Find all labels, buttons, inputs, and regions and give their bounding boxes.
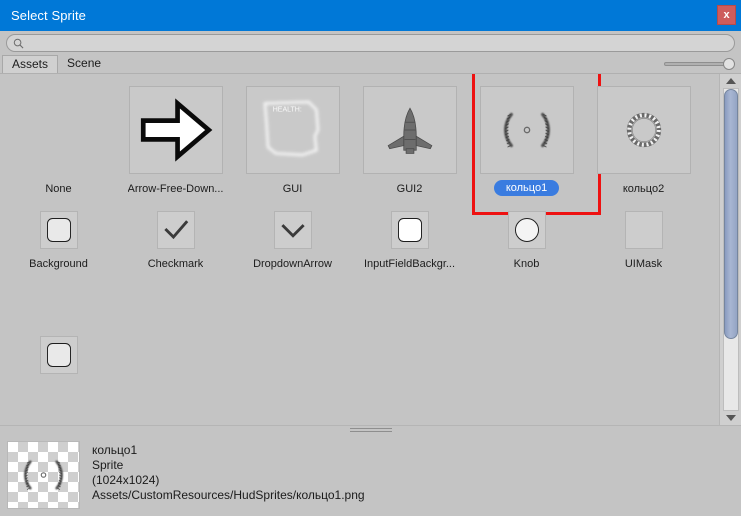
sprite-item-label: кольцо2 xyxy=(622,183,665,195)
sprite-art xyxy=(503,112,550,148)
sprite-item-inputfieldbackgr[interactable]: InputFieldBackgr... xyxy=(351,205,468,330)
sprite-grid-row: None Arrow-Free-Down... HEALTH: GUI GUI2 коль… xyxy=(0,74,719,215)
sprite-item-label: Arrow-Free-Down... xyxy=(127,183,224,195)
sprite-art xyxy=(46,343,71,367)
tab-scene[interactable]: Scene xyxy=(58,55,110,73)
sprite-item-gui[interactable]: HEALTH: GUI xyxy=(234,80,351,205)
detail-info: кольцо1 Sprite (1024x1024) Assets/Custom… xyxy=(92,441,365,516)
sprite-item-label: UIMask xyxy=(624,258,663,270)
sprite-item-none[interactable]: None xyxy=(0,80,117,205)
zoom-slider-knob[interactable] xyxy=(723,58,735,70)
splitter-grip-icon xyxy=(349,426,392,434)
sprite-art xyxy=(163,220,188,240)
sprite-item-arrow-free-down[interactable]: Arrow-Free-Down... xyxy=(117,80,234,205)
sprite-grid: None Arrow-Free-Down... HEALTH: GUI GUI2 коль… xyxy=(0,74,719,425)
select-sprite-window: Select Sprite x Assets Scene None Arrow-F… xyxy=(0,0,741,516)
sprite-thumbnail[interactable] xyxy=(362,86,457,174)
sprite-item-label: None xyxy=(45,183,72,195)
sprite-grid-area: None Arrow-Free-Down... HEALTH: GUI GUI2 коль… xyxy=(0,73,741,425)
sprite-preview xyxy=(7,441,80,509)
zoom-slider[interactable] xyxy=(664,57,735,71)
sprite-item-кольцо1[interactable]: кольцо1 xyxy=(468,74,601,215)
sprite-thumbnail[interactable] xyxy=(596,86,691,174)
window-title: Select Sprite xyxy=(11,8,87,23)
tab-bar: Assets Scene xyxy=(0,55,741,73)
sprite-grid-row xyxy=(0,330,719,425)
scroll-up-icon[interactable] xyxy=(723,74,739,88)
sprite-art xyxy=(387,107,432,154)
search-bar xyxy=(0,31,741,55)
sprite-grid-row: Background Checkmark DropdownArrow InputFie… xyxy=(0,205,719,330)
sprite-item-label: Knob xyxy=(513,258,540,270)
sprite-item-gui2[interactable]: GUI2 xyxy=(351,80,468,205)
svg-text:HEALTH:: HEALTH: xyxy=(272,106,301,113)
sprite-thumbnail[interactable]: HEALTH: xyxy=(245,86,340,174)
search-icon xyxy=(13,38,24,49)
scrollbar-thumb[interactable] xyxy=(723,89,738,340)
sprite-thumbnail[interactable] xyxy=(39,211,78,249)
detail-panel: кольцо1 Sprite (1024x1024) Assets/Custom… xyxy=(0,434,741,516)
sprite-item-uimask[interactable]: UIMask xyxy=(585,205,702,330)
sprite-thumbnail[interactable] xyxy=(390,211,429,249)
sprite-item-label: DropdownArrow xyxy=(253,258,332,270)
tab-assets[interactable]: Assets xyxy=(2,55,59,73)
detail-name: кольцо1 xyxy=(92,443,138,457)
sprite-item-label: InputFieldBackgr... xyxy=(363,258,456,270)
sprite-art xyxy=(140,98,212,162)
sprite-item-label: GUI xyxy=(282,183,303,195)
search-field[interactable] xyxy=(6,34,735,52)
sprite-art xyxy=(628,214,660,246)
window-titlebar: Select Sprite x xyxy=(0,0,741,31)
sprite-item-label: GUI2 xyxy=(396,183,423,195)
sprite-item-label: Background xyxy=(29,258,88,270)
sprite-item-unnamed[interactable] xyxy=(0,330,117,425)
sprite-art: HEALTH: xyxy=(263,100,319,157)
sprite-art xyxy=(24,460,63,490)
detail-path: Assets/CustomResources/HudSprites/кольцо… xyxy=(92,488,365,502)
sprite-item-checkmark[interactable]: Checkmark xyxy=(117,205,234,330)
scroll-down-icon[interactable] xyxy=(723,411,739,425)
panel-splitter[interactable] xyxy=(0,425,741,434)
sprite-thumbnail[interactable] xyxy=(273,211,312,249)
sprite-thumbnail[interactable] xyxy=(507,211,546,249)
sprite-art xyxy=(46,218,71,242)
sprite-thumbnail[interactable] xyxy=(128,86,223,174)
sprite-art xyxy=(514,218,539,242)
sprite-item-кольцо2[interactable]: кольцо2 xyxy=(585,80,702,205)
sprite-thumbnail[interactable] xyxy=(39,336,78,374)
detail-type: Sprite xyxy=(92,458,124,472)
sprite-item-label: кольцо1 xyxy=(493,180,560,196)
close-icon[interactable]: x xyxy=(717,5,736,25)
search-input[interactable] xyxy=(28,35,734,51)
sprite-art xyxy=(280,224,305,238)
sprite-thumbnail[interactable] xyxy=(479,86,574,174)
sprite-item-knob[interactable]: Knob xyxy=(468,205,585,330)
sprite-thumbnail[interactable] xyxy=(624,211,663,249)
detail-dimensions: (1024x1024) xyxy=(92,473,160,487)
scrollbar-groove[interactable] xyxy=(722,88,739,411)
sprite-thumbnail[interactable] xyxy=(12,86,106,174)
sprite-art xyxy=(397,218,422,242)
sprite-item-dropdownarrow[interactable]: DropdownArrow xyxy=(234,205,351,330)
sprite-item-background[interactable]: Background xyxy=(0,205,117,330)
sprite-thumbnail[interactable] xyxy=(156,211,195,249)
sprite-art xyxy=(626,112,661,148)
sprite-item-label: Checkmark xyxy=(147,258,204,270)
vertical-scrollbar[interactable] xyxy=(719,74,741,425)
